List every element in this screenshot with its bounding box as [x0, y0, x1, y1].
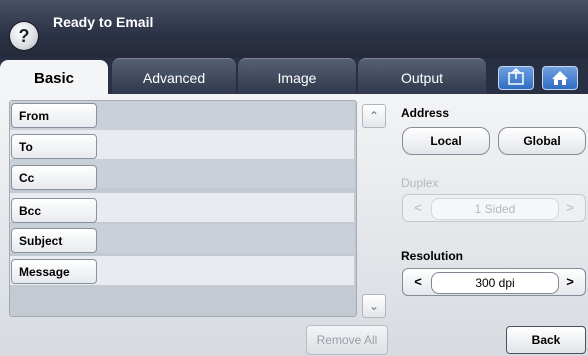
scroll-up-button[interactable]: ⌃ [362, 104, 386, 128]
status-title: Ready to Email [53, 14, 154, 30]
chevron-left-icon[interactable]: < [407, 269, 429, 295]
duplex-label: Duplex [401, 176, 439, 190]
subject-button[interactable]: Subject [11, 228, 97, 253]
job-status-button[interactable] [498, 66, 534, 90]
duplex-stepper[interactable]: < 1 Sided > [402, 194, 586, 222]
chevron-right-icon[interactable]: > [559, 195, 581, 221]
chevron-right-icon[interactable]: > [559, 269, 581, 295]
chevron-up-icon: ⌃ [368, 109, 380, 123]
bcc-button[interactable]: Bcc [11, 198, 97, 223]
job-status-icon [508, 67, 524, 85]
resolution-label: Resolution [401, 249, 463, 263]
help-icon[interactable]: ? [10, 22, 38, 50]
chevron-left-icon[interactable]: < [407, 195, 429, 221]
home-button[interactable] [542, 66, 578, 90]
chevron-down-icon: ⌄ [368, 299, 380, 313]
resolution-stepper[interactable]: < 300 dpi > [402, 268, 586, 296]
home-icon [552, 71, 568, 85]
resolution-value: 300 dpi [431, 272, 559, 294]
scroll-down-button[interactable]: ⌄ [362, 294, 386, 318]
to-button[interactable]: To [11, 134, 97, 159]
tab-advanced[interactable]: Advanced [112, 58, 236, 95]
cc-button[interactable]: Cc [11, 165, 97, 190]
duplex-value: 1 Sided [431, 198, 559, 220]
remove-all-button[interactable]: Remove All [306, 325, 388, 355]
global-button[interactable]: Global [498, 127, 586, 155]
message-button[interactable]: Message [11, 259, 97, 284]
from-button[interactable]: From [11, 103, 97, 128]
tab-image[interactable]: Image [238, 58, 356, 95]
tab-basic[interactable]: Basic [0, 60, 108, 96]
local-button[interactable]: Local [402, 127, 490, 155]
back-button[interactable]: Back [506, 326, 586, 354]
address-label: Address [401, 106, 450, 120]
tab-output[interactable]: Output [358, 58, 486, 95]
